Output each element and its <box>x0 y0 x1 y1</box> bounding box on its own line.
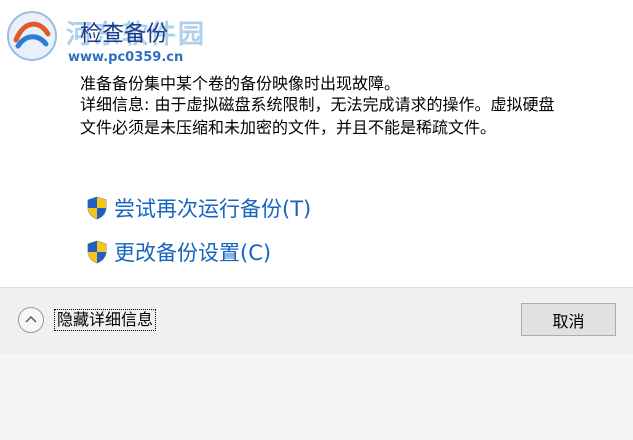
retry-backup-link[interactable]: 尝试再次运行备份(T) <box>86 193 311 223</box>
uac-shield-icon <box>87 240 107 264</box>
dialog-footer: 隐藏详细信息 取消 <box>0 287 633 354</box>
detail-message: 详细信息: 由于虚拟磁盘系统限制，无法完成请求的操作。虚拟硬盘 文件必须是未压缩… <box>80 93 625 139</box>
cancel-button[interactable]: 取消 <box>521 303 616 336</box>
dialog-content: 河东软件园 www.pc0359.cn 检查备份 准备备份集中某个卷的备份映像时… <box>0 0 633 287</box>
watermark-logo-icon <box>7 11 57 61</box>
uac-shield-icon <box>87 196 107 220</box>
watermark-url: www.pc0359.cn <box>68 50 184 65</box>
detail-line-2: 文件必须是未压缩和未加密的文件，并且不能是稀疏文件。 <box>80 118 497 137</box>
retry-backup-label: 尝试再次运行备份(T) <box>114 197 312 221</box>
dialog-title: 检查备份 <box>80 22 169 47</box>
hide-details-toggle[interactable] <box>18 307 44 333</box>
change-settings-link[interactable]: 更改备份设置(C) <box>86 237 271 267</box>
chevron-up-icon <box>25 316 37 323</box>
main-message: 准备备份集中某个卷的备份映像时出现故障。 <box>80 74 401 93</box>
hide-details-label[interactable]: 隐藏详细信息 <box>54 309 157 331</box>
detail-line-1: 详细信息: 由于虚拟磁盘系统限制，无法完成请求的操作。虚拟硬盘 <box>80 95 555 114</box>
lower-background <box>0 354 633 440</box>
change-settings-label: 更改备份设置(C) <box>114 241 272 265</box>
